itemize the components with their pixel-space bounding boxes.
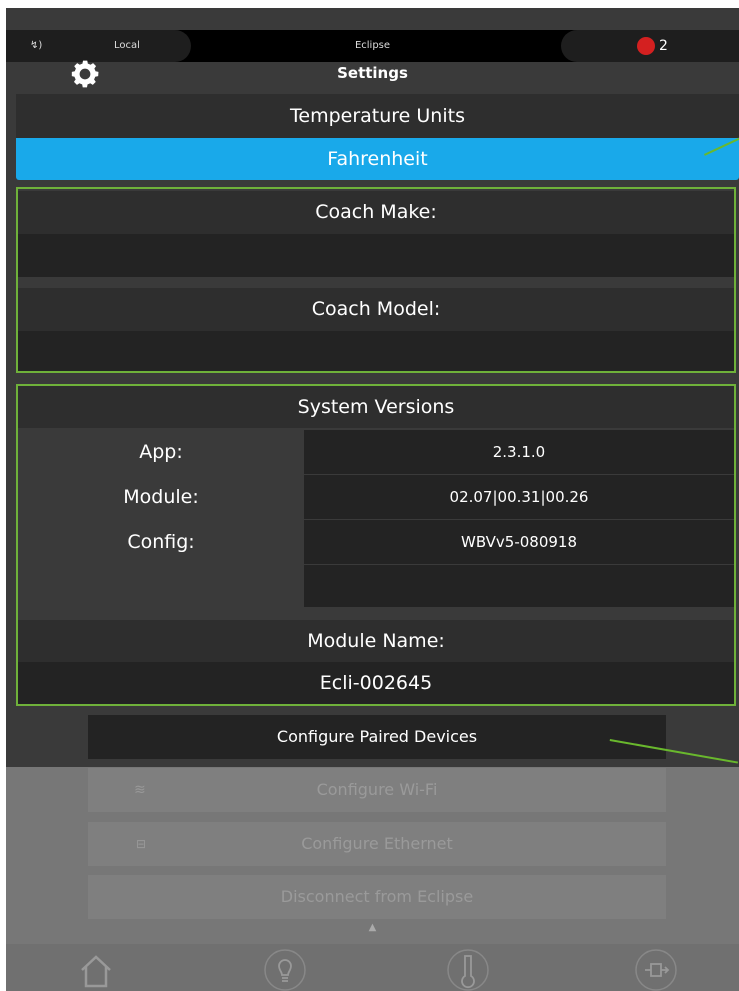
ethernet-icon: ⊟ [136,837,147,851]
coach-model-field[interactable] [18,331,734,371]
temperature-units-label: Temperature Units [16,94,739,138]
blank-version-label [18,565,304,607]
configure-ethernet-label: Configure Ethernet [301,834,453,853]
slideout-icon[interactable] [634,948,678,991]
alert-icon [637,37,655,55]
configure-paired-devices-button[interactable]: Configure Paired Devices [88,715,666,759]
alert-count: 2 [659,38,668,54]
config-version-label: Config: [127,531,195,553]
temperature-units-button[interactable]: Fahrenheit [16,138,739,180]
wifi-icon: ≋ [134,782,146,798]
system-versions-title: System Versions [18,386,734,428]
disconnect-button[interactable]: Disconnect from Eclipse [88,875,666,919]
status-bar: ↯) Local Eclipse 2 [6,30,739,62]
module-version-label: Module: [123,486,199,508]
page-title: Settings [337,64,408,82]
app-version-label: App: [139,441,183,463]
configure-ethernet-button[interactable]: ⊟ Configure Ethernet [88,822,666,866]
app-frame: ↯) Local Eclipse 2 Settings Temperature … [6,8,739,991]
blank-version-value [304,565,734,607]
lightbulb-icon[interactable] [263,948,307,991]
home-icon[interactable] [74,948,118,991]
module-name-label: Module Name: [18,620,734,662]
coach-model-label: Coach Model: [18,288,734,331]
app-version-value: 2.3.1.0 [304,430,734,474]
module-name-value[interactable]: Ecli-002645 [18,662,734,704]
thermometer-icon[interactable] [446,948,490,991]
bottom-tab-bar [6,944,739,991]
coach-make-label: Coach Make: [18,191,734,234]
coach-make-field[interactable] [18,234,734,277]
config-version-value: WBVv5-080918 [304,520,734,564]
module-version-value: 02.07|00.31|00.26 [304,475,734,519]
configure-wifi-label: Configure Wi-Fi [316,780,438,799]
configure-wifi-button[interactable]: ≋ Configure Wi-Fi [88,768,666,812]
expand-arrow-icon[interactable]: ▲ [6,922,739,933]
device-label: Eclipse [354,40,391,51]
